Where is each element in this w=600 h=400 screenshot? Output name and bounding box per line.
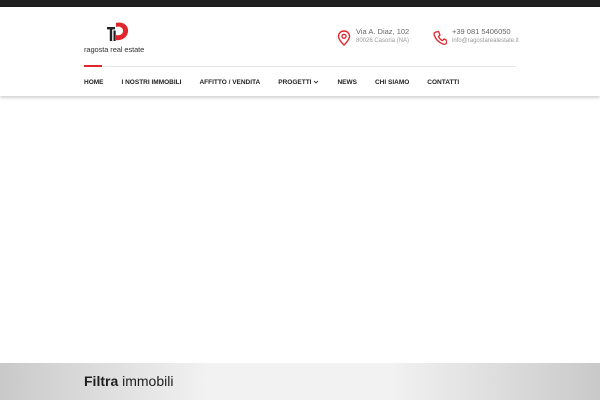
nav-active-indicator	[84, 65, 102, 67]
filter-title-rest: immobili	[122, 373, 174, 389]
map-pin-icon	[337, 30, 351, 46]
address-line1: Via A. Diaz, 102	[356, 27, 410, 36]
nav-item-progetti[interactable]: PROGETTI	[278, 76, 319, 88]
filter-section: Filtra immobili	[0, 363, 600, 400]
nav-divider	[84, 66, 516, 67]
nav-item-label: HOME	[84, 78, 104, 86]
nav-item-chi-siamo[interactable]: CHI SIAMO	[375, 76, 409, 88]
phone-block: +39 081 5406050 info@ragostarealestate.i…	[433, 27, 523, 55]
nav-item-label: CONTATTI	[427, 78, 460, 86]
site-logo[interactable]: ragosta real estate	[84, 21, 154, 54]
chevron-down-icon	[314, 80, 319, 84]
nav-item-contatti[interactable]: CONTATTI	[427, 76, 459, 88]
phone-number[interactable]: +39 081 5406050	[452, 27, 511, 36]
address-block: Via A. Diaz, 102 80026 Casoria (NA)	[337, 27, 417, 55]
logo-text: ragosta real estate	[84, 45, 145, 54]
address-line2: 80026 Casoria (NA)	[356, 38, 410, 44]
filter-title: Filtra immobili	[84, 373, 173, 389]
main-nav: HOME I NOSTRI IMMOBILI AFFITTO / VENDITA…	[84, 76, 477, 88]
nav-item-nostri-immobili[interactable]: I NOSTRI IMMOBILI	[122, 76, 182, 88]
nav-item-label: CHI SIAMO	[374, 78, 410, 86]
nav-item-label: AFFITTO / VENDITA	[199, 78, 261, 86]
nav-item-label: PROGETTI	[278, 78, 312, 86]
nav-item-news[interactable]: NEWS	[337, 76, 357, 88]
nav-item-label: NEWS	[337, 78, 357, 86]
nav-item-affitto-vendita[interactable]: AFFITTO / VENDITA	[199, 76, 260, 88]
logo-mark-icon	[107, 22, 129, 41]
filter-title-bold: Filtra	[84, 373, 119, 389]
top-bar	[0, 0, 600, 7]
nav-item-home[interactable]: HOME	[84, 76, 104, 88]
site-header: ragosta real estate Via A. Diaz, 102 800…	[0, 7, 600, 96]
nav-item-label: I NOSTRI IMMOBILI	[121, 78, 182, 86]
phone-icon	[433, 30, 447, 45]
main-content-area	[0, 96, 600, 363]
email-link[interactable]: info@ragostarealestate.it	[452, 38, 519, 44]
